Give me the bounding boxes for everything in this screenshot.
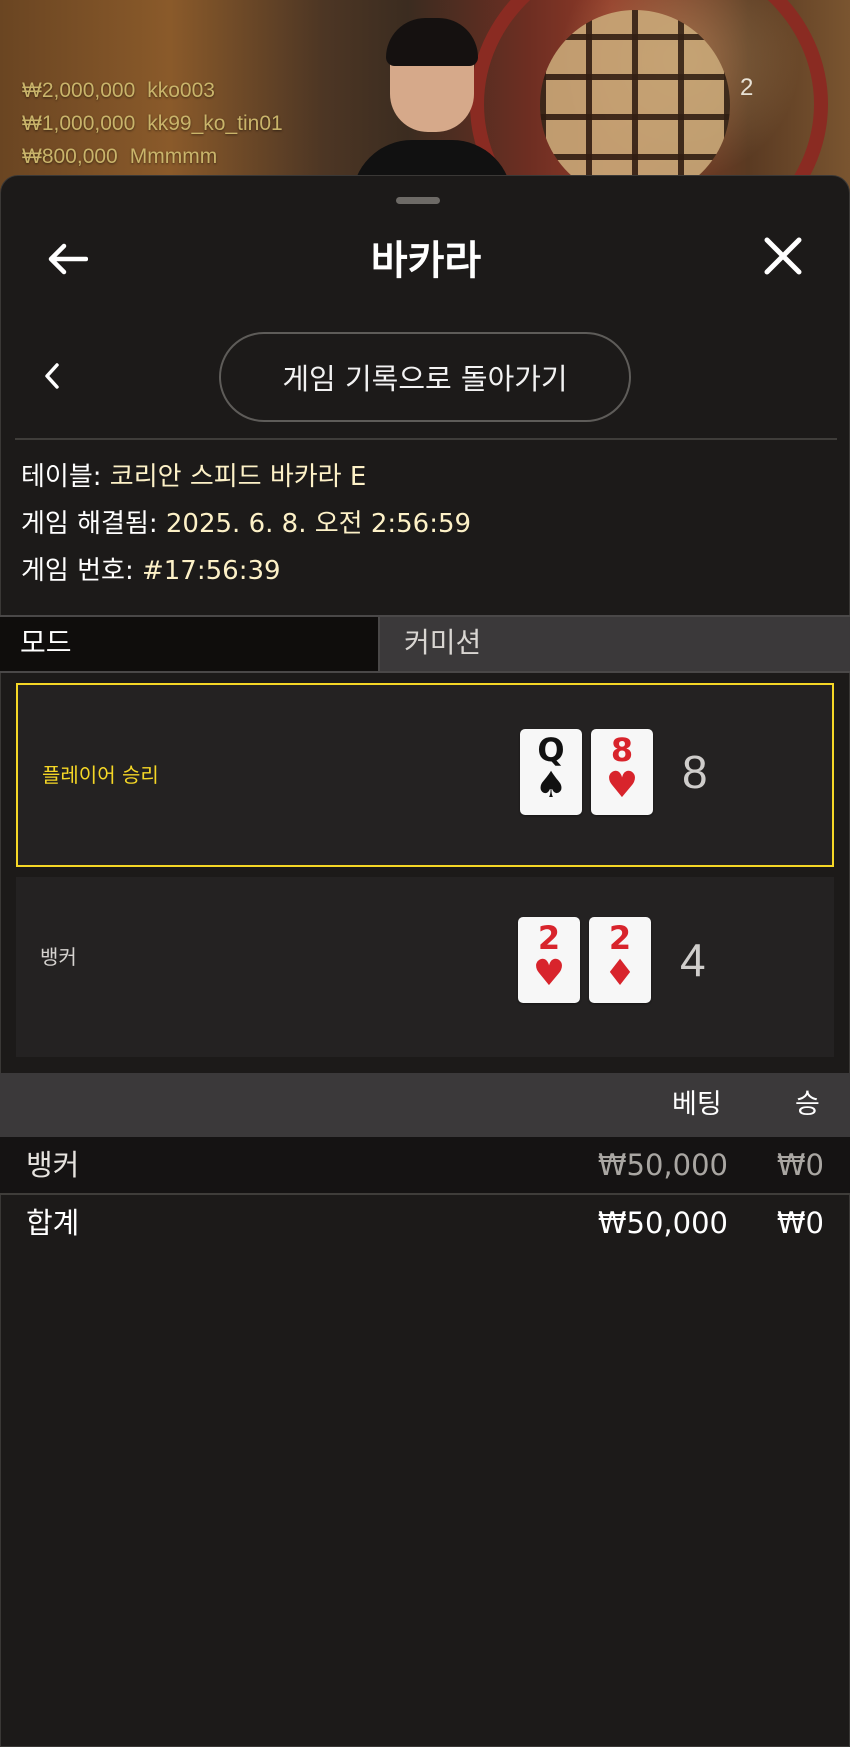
total-bet-amount: ₩50,000 xyxy=(597,1206,728,1240)
playing-card: Q ♠ xyxy=(520,729,582,815)
recent-bet-item: ₩2,000,000 kko003 xyxy=(22,79,215,102)
playing-card: 8 ♥ xyxy=(591,729,653,815)
player-score: 8 xyxy=(682,746,708,798)
background-window xyxy=(540,10,730,200)
mode-bar: 모드 커미션 xyxy=(0,615,850,673)
spade-icon: ♠ xyxy=(534,765,568,806)
live-video-background: ₩2,000,000 kko003 ₩1,000,000 kk99_ko_tin01… xyxy=(0,0,850,200)
recent-bet-item: ₩1,000,000 kk99_ko_tin01 xyxy=(22,112,283,135)
bet-amount: ₩50,000 xyxy=(597,1148,728,1182)
commission-label: 커미션 xyxy=(404,626,482,659)
win-column-header: 승 xyxy=(795,1089,820,1120)
playing-card: 2 ♥ xyxy=(518,917,580,1003)
heart-icon: ♥ xyxy=(605,765,639,806)
chevron-left-icon xyxy=(45,363,59,389)
dealer-image xyxy=(352,18,512,200)
banker-result-panel: 뱅커 2 ♥ 2 ♦ 4 xyxy=(16,877,834,1057)
win-amount: ₩0 xyxy=(776,1148,824,1182)
banker-score: 4 xyxy=(680,934,706,986)
total-win-amount: ₩0 xyxy=(776,1206,824,1240)
back-to-history-button[interactable]: 게임 기록으로 돌아가기 xyxy=(219,332,631,422)
recent-bets-list: ₩2,000,000 kko003 ₩1,000,000 kk99_ko_tin01… xyxy=(22,74,283,173)
previous-game-button[interactable] xyxy=(37,356,67,396)
playing-card: 2 ♦ xyxy=(589,917,651,1003)
sheet-title: 바카라 xyxy=(370,238,482,284)
table-row: 테이블: 코리안 스피드 바카라 E xyxy=(21,462,367,492)
player-outcome-label: 플레이어 승리 xyxy=(42,763,159,787)
table-row: 뱅커 ₩50,000 ₩0 xyxy=(0,1137,850,1195)
game-details: 테이블: 코리안 스피드 바카라 E 게임 해결됨: 2025. 6. 8. 오… xyxy=(21,454,471,595)
viewer-count: 2 xyxy=(740,74,754,101)
divider xyxy=(15,438,837,440)
total-row: 합계 ₩50,000 ₩0 xyxy=(0,1195,850,1251)
resolved-row: 게임 해결됨: 2025. 6. 8. 오전 2:56:59 xyxy=(21,509,472,539)
sheet-drag-handle[interactable] xyxy=(396,197,440,204)
recent-bet-item: ₩800,000 Mmmmm xyxy=(22,145,218,168)
close-button[interactable] xyxy=(758,231,808,281)
bet-column-header: 베팅 xyxy=(672,1089,722,1120)
player-result-panel: 플레이어 승리 Q ♠ 8 ♥ 8 xyxy=(16,683,834,867)
banker-outcome-label: 뱅커 xyxy=(40,945,77,969)
diamond-icon: ♦ xyxy=(603,953,637,994)
heart-icon: ♥ xyxy=(532,953,566,994)
game-number-row: 게임 번호: #17:56:39 xyxy=(21,556,281,586)
close-icon xyxy=(764,237,802,275)
total-label: 합계 xyxy=(26,1206,80,1240)
bet-name: 뱅커 xyxy=(26,1148,80,1182)
bets-table-header: 베팅 승 xyxy=(0,1073,850,1137)
mode-label: 모드 xyxy=(0,617,380,671)
